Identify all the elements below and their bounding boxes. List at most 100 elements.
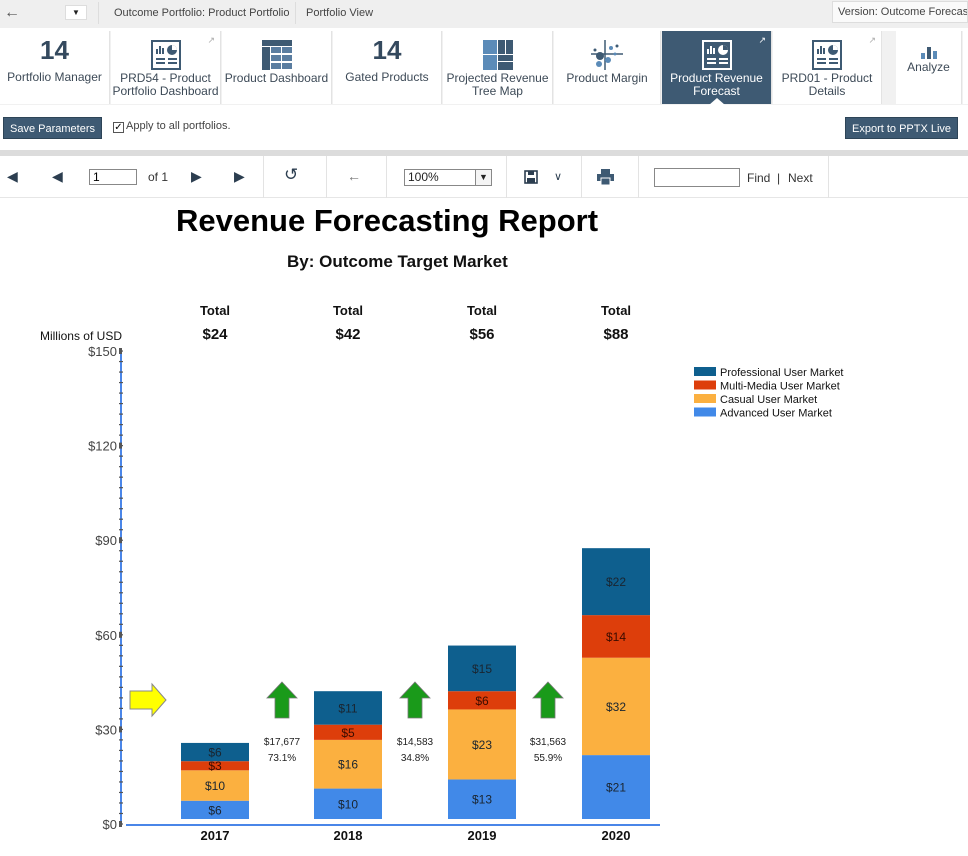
y-axis-title: Millions of USD [40, 329, 122, 343]
tile-portfolio-manager[interactable]: 14 Portfolio Manager [0, 31, 110, 104]
total-value: $56 [469, 326, 494, 343]
save-parameters-button[interactable]: Save Parameters [3, 117, 102, 139]
zoom-select[interactable]: 100% ▼ [404, 169, 492, 186]
legend-swatch [694, 380, 716, 390]
tile-label: Product Revenue Forecast [670, 71, 763, 98]
active-indicator [708, 98, 725, 105]
breadcrumb-portfolio-view[interactable]: Portfolio View [306, 7, 373, 19]
x-tick-label: 2017 [201, 828, 230, 843]
tile-projected-revenue-tree-map[interactable]: Projected Revenue Tree Map [443, 31, 553, 104]
tile-label: Projected Revenue Tree Map [446, 71, 549, 98]
last-page-icon[interactable]: ▶​ [234, 168, 245, 185]
bar-data-label: $13 [472, 793, 492, 807]
version-selector[interactable]: Version: Outcome Forecast ▼ [832, 1, 968, 23]
apply-to-all-checkbox[interactable]: ✓ Apply to all portfolios. [113, 120, 231, 133]
x-tick-label: 2018 [334, 828, 363, 843]
tile-product-dashboard[interactable]: Product Dashboard [222, 31, 332, 104]
y-axis-major-tick [119, 631, 122, 638]
tile-count: 14 [372, 35, 402, 65]
bar-data-label: $32 [606, 700, 626, 714]
tile-label: Gated Products [345, 70, 429, 84]
legend-label: Multi-Media User Market [720, 381, 840, 393]
external-link-icon: ↗ [207, 35, 215, 45]
first-page-icon[interactable]: ◀​ [7, 168, 18, 185]
bar-data-label: $10 [338, 797, 358, 811]
menu-dropdown-button[interactable]: ▼ [65, 5, 87, 20]
find-group: Find | Next [639, 156, 829, 198]
growth-percent: 34.8% [401, 753, 429, 764]
x-tick-label: 2020 [602, 828, 631, 843]
separator: | [777, 171, 781, 185]
tile-product-revenue-forecast[interactable]: ↗ Product Revenue Forecast [662, 31, 772, 105]
tile-prd54[interactable]: ↗ PRD54 - Product Portfolio Dashboard [111, 31, 221, 104]
back-arrow-icon[interactable]: ← [4, 4, 20, 22]
revenue-chart: Millions of USD $0 $30 $60 $90 $120 $150 Total $… [40, 303, 844, 843]
bar-data-label: $14 [606, 630, 626, 644]
y-axis-major-tick [119, 726, 122, 733]
tile-product-margin[interactable]: Product Margin [554, 31, 661, 104]
bar-data-label: $21 [606, 781, 626, 795]
bar-data-label: $16 [338, 758, 358, 772]
tile-scroll-edge[interactable] [963, 31, 968, 104]
up-arrow-icon [399, 681, 431, 719]
treemap-icon [482, 40, 513, 70]
growth-amount: $14,583 [397, 737, 434, 748]
print-icon[interactable] [597, 169, 614, 185]
save-options-chevron-icon[interactable]: ∨ [554, 170, 562, 183]
y-axis-major-tick [119, 442, 122, 449]
page-number-input[interactable] [89, 169, 137, 185]
bar-data-label: $15 [472, 662, 492, 676]
find-input[interactable] [654, 168, 740, 187]
zoom-group: 100% ▼ [387, 156, 507, 198]
legend-swatch [694, 367, 716, 376]
tile-label: Portfolio Manager [7, 70, 102, 84]
checkbox-checked-icon[interactable]: ✓ [113, 122, 124, 133]
total-value: $42 [335, 326, 360, 343]
parameters-bar: Save Parameters ✓ Apply to all portfolios… [0, 108, 968, 148]
tile-label: Product Margin [566, 71, 648, 85]
table-icon [261, 40, 292, 70]
legend-label: Advanced User Market [720, 408, 832, 420]
report-icon [812, 40, 842, 70]
divider [98, 2, 99, 24]
tile-label: PRD54 - Product Portfolio Dashboard [112, 71, 219, 98]
back-icon[interactable]: ← [347, 168, 361, 184]
report-canvas: Revenue Forecasting Report By: Outcome T… [0, 199, 968, 856]
total-value: $88 [603, 326, 628, 343]
report-icon [150, 40, 181, 70]
total-header: Total [333, 303, 363, 318]
total-header: Total [200, 303, 230, 318]
previous-page-icon[interactable]: ◀ [52, 168, 63, 185]
refresh-group: ↺ [264, 156, 327, 198]
pager-group: ◀​ ◀ of 1 ▶ ▶​ [0, 156, 264, 198]
next-page-icon[interactable]: ▶ [191, 168, 202, 185]
legend-swatch [694, 407, 716, 417]
external-link-icon: ↗ [758, 35, 766, 45]
growth-percent: 55.9% [534, 753, 562, 764]
breadcrumb-portfolio[interactable]: Outcome Portfolio: Product Portfolio [114, 7, 289, 19]
report-icon [701, 40, 732, 70]
tile-bar: 14 Portfolio Manager ↗ PRD54 - Product P… [0, 31, 968, 105]
y-tick-label: $120 [88, 439, 117, 454]
save-icon[interactable] [524, 170, 538, 184]
total-header: Total [601, 303, 631, 318]
find-link[interactable]: Find [747, 171, 770, 185]
top-bar: ← ▼ Outcome Portfolio: Product Portfolio… [0, 0, 968, 28]
growth-amount: $31,563 [530, 737, 567, 748]
chevron-down-icon[interactable]: ▼ [475, 170, 491, 185]
tile-analyze[interactable]: Analyze [896, 31, 962, 104]
refresh-icon[interactable]: ↺ [284, 165, 298, 185]
legend-label: Casual User Market [720, 394, 817, 406]
up-arrow-icon [532, 681, 564, 719]
growth-percent: 73.1% [268, 753, 296, 764]
bar-data-label: $11 [338, 701, 357, 715]
bar-data-label: $23 [472, 738, 492, 752]
tile-prd01[interactable]: ↗ PRD01 - Product Details [773, 31, 882, 104]
total-header: Total [467, 303, 497, 318]
bar-data-label: $22 [606, 575, 626, 589]
print-group [582, 156, 639, 198]
external-link-icon: ↗ [868, 35, 876, 45]
next-link[interactable]: Next [788, 171, 813, 185]
tile-gated-products[interactable]: 14 Gated Products [333, 31, 442, 104]
export-pptx-button[interactable]: Export to PPTX Live [845, 117, 959, 139]
